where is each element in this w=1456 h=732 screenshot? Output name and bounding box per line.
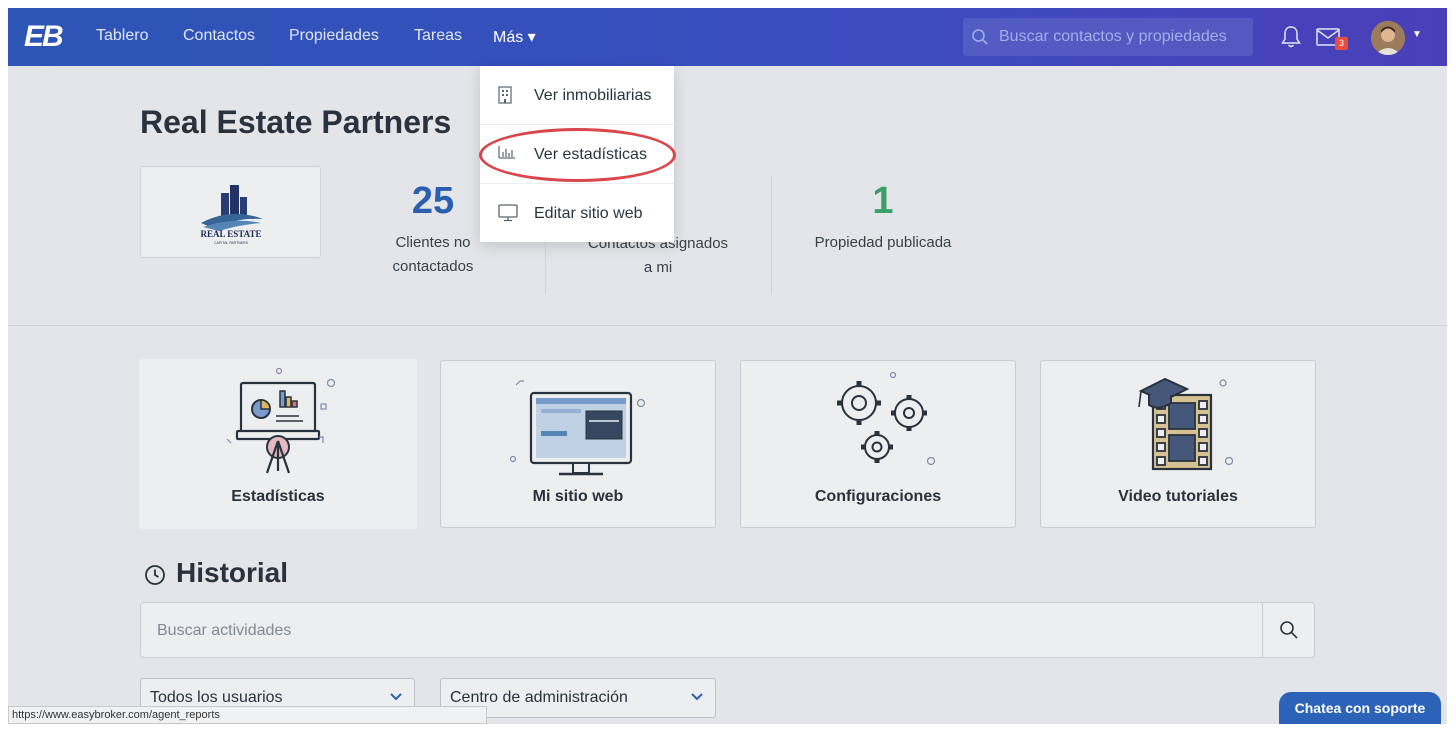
nav-link-tablero[interactable]: Tablero bbox=[96, 27, 148, 45]
chevron-down-icon bbox=[390, 693, 402, 701]
clock-icon bbox=[145, 565, 165, 585]
historial-title: Historial bbox=[176, 557, 289, 588]
more-dropdown-menu: Ver inmobiliarias Ver estadísticas Edita… bbox=[480, 66, 674, 242]
user-filter-value: Todos los usuarios bbox=[150, 689, 283, 706]
bell-icon[interactable] bbox=[1280, 25, 1302, 49]
stat-label-line2: contactados bbox=[392, 258, 474, 275]
search-icon bbox=[1280, 621, 1298, 639]
video-tutorial-icon bbox=[1138, 377, 1234, 471]
nav-link-tareas[interactable]: Tareas bbox=[414, 27, 462, 45]
activity-search bbox=[140, 602, 1315, 658]
avatar-caret-icon[interactable]: ▼ bbox=[1412, 29, 1422, 40]
app-frame: EB Tablero Contactos Propiedades Tareas … bbox=[8, 8, 1447, 724]
menu-item-label: Ver estadísticas bbox=[534, 146, 647, 163]
tile-label: Estadísticas bbox=[231, 488, 325, 505]
website-monitor-icon bbox=[509, 380, 646, 476]
global-search-input[interactable] bbox=[999, 26, 1247, 48]
nav-link-mas[interactable]: Más ▾ bbox=[493, 27, 536, 47]
tile-label: Configuraciones bbox=[814, 488, 942, 505]
bar-chart-icon bbox=[498, 146, 515, 159]
nav-link-contactos[interactable]: Contactos bbox=[183, 27, 255, 45]
tile-configuraciones[interactable]: Configuraciones bbox=[740, 360, 1016, 528]
menu-item-label: Editar sitio web bbox=[534, 205, 643, 222]
section-divider bbox=[8, 325, 1447, 326]
tile-label: Mi sitio web bbox=[532, 488, 624, 505]
company-logo-card: REAL ESTATE CAPITAL PARTNERS bbox=[140, 166, 321, 258]
stat-published-properties[interactable]: 1 Propiedad publicada bbox=[798, 180, 968, 255]
chevron-down-icon bbox=[691, 693, 703, 701]
company-name: Real Estate Partners bbox=[140, 104, 452, 140]
building-icon bbox=[498, 86, 512, 104]
tile-mi-sitio-web[interactable]: Mi sitio web bbox=[440, 360, 716, 528]
company-logo-subtext: CAPITAL PARTNERS bbox=[214, 241, 249, 245]
menu-item-editar-sitio-web[interactable]: Editar sitio web bbox=[480, 184, 674, 242]
chat-support-button[interactable]: Chatea con soporte bbox=[1279, 692, 1441, 724]
search-icon bbox=[972, 29, 988, 45]
menu-item-label: Ver inmobiliarias bbox=[534, 87, 652, 104]
gears-icon bbox=[837, 371, 936, 466]
company-logo-text: REAL ESTATE bbox=[201, 229, 262, 239]
stat-value: 1 bbox=[872, 180, 894, 222]
nav-link-propiedades[interactable]: Propiedades bbox=[289, 27, 379, 45]
presentation-chart-icon bbox=[226, 367, 336, 474]
monitor-icon bbox=[498, 204, 518, 222]
menu-item-ver-estadisticas[interactable]: Ver estadísticas bbox=[480, 125, 674, 183]
app-logo[interactable]: EB bbox=[24, 20, 64, 54]
global-search[interactable] bbox=[963, 18, 1253, 56]
avatar-image bbox=[1371, 21, 1405, 55]
company-logo: REAL ESTATE CAPITAL PARTNERS bbox=[201, 185, 263, 245]
menu-item-ver-inmobiliarias[interactable]: Ver inmobiliarias bbox=[480, 66, 674, 124]
tile-estadisticas[interactable]: Estadísticas bbox=[140, 360, 416, 528]
area-filter-value: Centro de administración bbox=[450, 689, 628, 706]
status-bar-url: https://www.easybroker.com/agent_reports bbox=[8, 706, 487, 724]
stat-label-line2: a mi bbox=[643, 259, 673, 276]
tile-video-tutoriales[interactable]: Video tutoriales bbox=[1040, 360, 1316, 528]
activity-search-input[interactable] bbox=[157, 619, 1237, 643]
user-avatar[interactable] bbox=[1371, 21, 1405, 55]
stat-label-line1: Propiedad publicada bbox=[814, 234, 952, 251]
activity-search-button[interactable] bbox=[1262, 603, 1314, 657]
mail-badge: 3 bbox=[1335, 37, 1348, 50]
top-navbar: EB Tablero Contactos Propiedades Tareas … bbox=[8, 8, 1447, 66]
stat-divider bbox=[771, 176, 772, 294]
tile-label: Video tutoriales bbox=[1118, 488, 1238, 505]
